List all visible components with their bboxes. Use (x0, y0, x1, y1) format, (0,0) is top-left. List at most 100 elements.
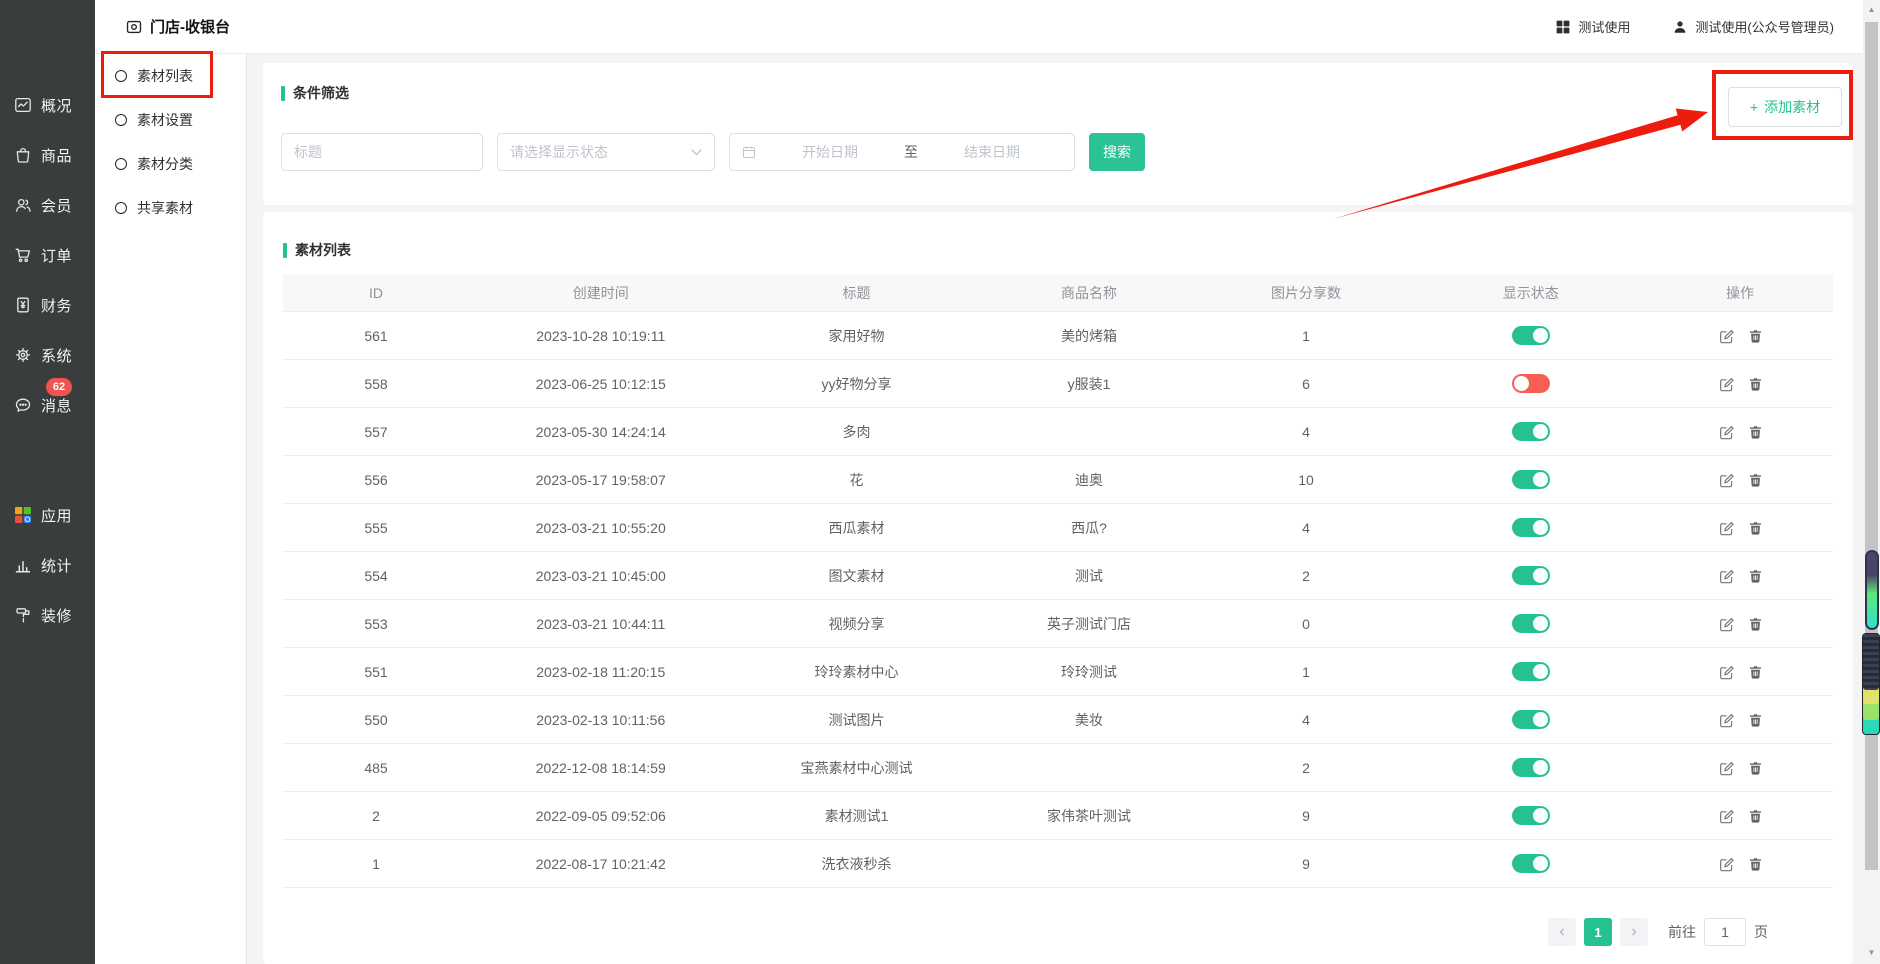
edit-icon[interactable] (1718, 424, 1734, 440)
cell-shares: 10 (1198, 472, 1415, 488)
overview-icon (13, 95, 33, 115)
cell-created: 2023-03-21 10:55:20 (469, 520, 733, 536)
sidebar-item-member[interactable]: 会员 (0, 180, 95, 230)
edit-icon[interactable] (1718, 664, 1734, 680)
browser-extension-widget[interactable] (1865, 550, 1879, 630)
sidebar-item-system[interactable]: 系统 (0, 330, 95, 380)
sidebar-item-stats[interactable]: 统计 (0, 540, 95, 590)
cell-id: 550 (283, 712, 469, 728)
edit-icon[interactable] (1718, 472, 1734, 488)
goto-page-input[interactable] (1704, 918, 1746, 946)
sidebar-item-label: 商品 (41, 145, 72, 166)
status-toggle[interactable] (1512, 326, 1550, 345)
cell-shares: 1 (1198, 328, 1415, 344)
status-toggle[interactable] (1512, 566, 1550, 585)
submenu-item-material-category[interactable]: 素材分类 (95, 142, 246, 186)
cell-created: 2022-12-08 18:14:59 (469, 760, 733, 776)
status-toggle[interactable] (1512, 710, 1550, 729)
delete-icon[interactable] (1748, 616, 1763, 632)
goods-icon (13, 145, 33, 165)
cell-title: 图文素材 (733, 566, 981, 586)
delete-icon[interactable] (1748, 424, 1763, 440)
col-header-product: 商品名称 (981, 283, 1198, 303)
edit-icon[interactable] (1718, 328, 1734, 344)
table-row: 555 2023-03-21 10:55:20 西瓜素材 西瓜? 4 (283, 504, 1833, 552)
sidebar-item-overview[interactable]: 概况 (0, 80, 95, 130)
cell-id: 551 (283, 664, 469, 680)
submenu-item-shared-material[interactable]: 共享素材 (95, 186, 246, 230)
sidebar-item-goods[interactable]: 商品 (0, 130, 95, 180)
apps-icon (13, 505, 33, 525)
col-header-id: ID (283, 285, 469, 301)
delete-icon[interactable] (1748, 472, 1763, 488)
table-row: 557 2023-05-30 14:24:14 多肉 4 (283, 408, 1833, 456)
delete-icon[interactable] (1748, 712, 1763, 728)
edit-icon[interactable] (1718, 568, 1734, 584)
store-icon (125, 18, 143, 36)
cell-product: 美妆 (981, 710, 1198, 730)
status-toggle[interactable] (1512, 806, 1550, 825)
table-section-title: 素材列表 (263, 212, 1853, 260)
delete-icon[interactable] (1748, 664, 1763, 680)
date-range-picker[interactable]: 开始日期 至 结束日期 (729, 133, 1075, 171)
status-toggle[interactable] (1512, 758, 1550, 777)
scroll-up-icon[interactable]: ▲ (1863, 5, 1880, 14)
page-unit-label: 页 (1754, 922, 1768, 942)
edit-icon[interactable] (1718, 520, 1734, 536)
title-filter-input[interactable]: 标题 (281, 133, 483, 171)
delete-icon[interactable] (1748, 328, 1763, 344)
delete-icon[interactable] (1748, 808, 1763, 824)
edit-icon[interactable] (1718, 616, 1734, 632)
delete-icon[interactable] (1748, 856, 1763, 872)
main-sidebar: 概况 商品 会员 订单 财务 系统 消息 62 应用 统计 装修 (0, 0, 95, 964)
status-toggle[interactable] (1512, 374, 1550, 393)
search-button[interactable]: 搜索 (1089, 133, 1145, 171)
account-menu[interactable]: 测试使用(公众号管理员) (1672, 17, 1834, 36)
browser-extension-widget[interactable] (1862, 633, 1880, 735)
edit-icon[interactable] (1718, 808, 1734, 824)
scroll-down-icon[interactable]: ▼ (1863, 948, 1880, 957)
cell-id: 561 (283, 328, 469, 344)
status-toggle[interactable] (1512, 518, 1550, 537)
status-toggle[interactable] (1512, 422, 1550, 441)
radio-circle-icon (115, 70, 127, 82)
edit-icon[interactable] (1718, 712, 1734, 728)
page-scrollbar[interactable]: ▲ ▼ (1863, 0, 1880, 964)
sidebar-item-finance[interactable]: 财务 (0, 280, 95, 330)
status-toggle[interactable] (1512, 614, 1550, 633)
table-row: 553 2023-03-21 10:44:11 视频分享 英子测试门店 0 (283, 600, 1833, 648)
end-date-placeholder: 结束日期 (922, 142, 1062, 162)
cell-shares: 4 (1198, 712, 1415, 728)
edit-icon[interactable] (1718, 760, 1734, 776)
edit-icon[interactable] (1718, 376, 1734, 392)
cell-title: 宝燕素材中心测试 (733, 758, 981, 778)
add-material-button[interactable]: + 添加素材 (1728, 87, 1842, 127)
sidebar-item-label: 系统 (41, 345, 72, 366)
system-icon (13, 345, 33, 365)
sidebar-item-apps[interactable]: 应用 (0, 490, 95, 540)
delete-icon[interactable] (1748, 376, 1763, 392)
submenu-item-material-settings[interactable]: 素材设置 (95, 98, 246, 142)
scrollbar-thumb[interactable] (1865, 22, 1878, 870)
sidebar-item-order[interactable]: 订单 (0, 230, 95, 280)
status-toggle[interactable] (1512, 854, 1550, 873)
delete-icon[interactable] (1748, 760, 1763, 776)
sidebar-item-label: 消息 (41, 395, 72, 416)
sidebar-item-decoration[interactable]: 装修 (0, 590, 95, 640)
cell-title: 家用好物 (733, 326, 981, 346)
delete-icon[interactable] (1748, 568, 1763, 584)
table-row: 551 2023-02-18 11:20:15 玲玲素材中心 玲玲测试 1 (283, 648, 1833, 696)
status-toggle[interactable] (1512, 470, 1550, 489)
sidebar-item-message[interactable]: 消息 62 (0, 380, 95, 430)
edit-icon[interactable] (1718, 856, 1734, 872)
next-page-button[interactable]: › (1620, 918, 1648, 946)
submenu-item-material-list[interactable]: 素材列表 (95, 54, 246, 98)
cell-id: 1 (283, 856, 469, 872)
prev-page-button[interactable]: ‹ (1548, 918, 1576, 946)
current-page-button[interactable]: 1 (1584, 918, 1612, 946)
status-filter-select[interactable]: 请选择显示状态 (497, 133, 715, 171)
status-toggle[interactable] (1512, 662, 1550, 681)
workspace-switcher[interactable]: 测试使用 (1555, 17, 1630, 36)
table-row: 561 2023-10-28 10:19:11 家用好物 美的烤箱 1 (283, 312, 1833, 360)
delete-icon[interactable] (1748, 520, 1763, 536)
